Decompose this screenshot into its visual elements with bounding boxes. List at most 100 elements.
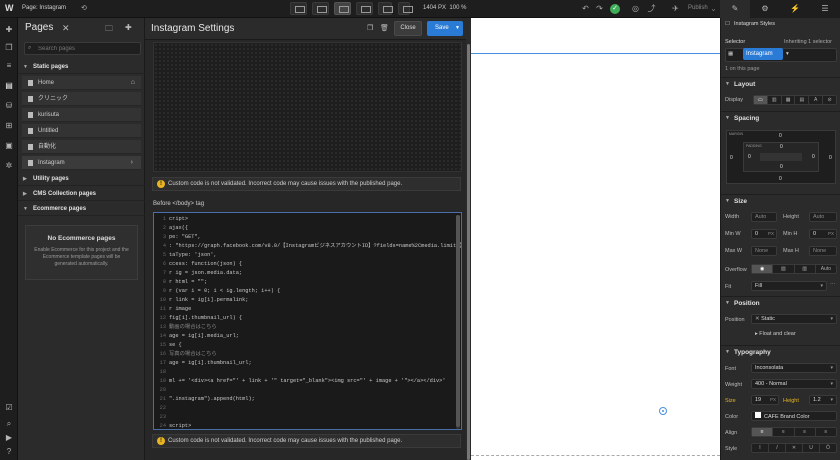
search-icon[interactable]: ⌕ (3, 418, 15, 430)
margin-right-value[interactable]: 0 (829, 155, 832, 161)
add-page-icon[interactable]: ✚ (125, 23, 132, 32)
max-height-input[interactable]: None (809, 246, 837, 256)
audit-check-icon[interactable]: ☑ (3, 402, 15, 414)
preview-icon[interactable]: ◎ (630, 3, 641, 14)
code-line[interactable]: 11 r image (154, 305, 454, 314)
float-clear-toggle[interactable]: ▸ Float and clear (755, 331, 796, 337)
selected-element-outline[interactable] (471, 53, 720, 54)
ecommerce-cart-icon[interactable]: ⊞ (3, 120, 15, 132)
align-center-icon[interactable]: ≡ (773, 428, 795, 436)
code-line[interactable]: 21 ".instagram").append(html); (154, 395, 454, 404)
code-line[interactable]: 19 ml += '<div><a href="' + link + '" tar… (154, 377, 454, 386)
width-input[interactable]: Auto (751, 212, 777, 222)
color-swatch[interactable] (755, 412, 761, 418)
layout-section-header[interactable]: ▼ Layout (721, 77, 840, 90)
padding-right-value[interactable]: 0 (812, 154, 815, 160)
chevron-down-icon[interactable]: ▾ (786, 51, 789, 57)
code-line[interactable]: 7r ig = json.media.data; (154, 269, 454, 278)
unit-label[interactable]: PX (828, 230, 834, 238)
webflow-logo-icon[interactable]: W (5, 3, 16, 14)
underline-icon[interactable]: U (803, 444, 820, 452)
inheriting-label[interactable]: Inheriting 1 selector (784, 39, 832, 45)
align-segmented-control[interactable]: ≡ ≡ ≡ ≡ (751, 427, 837, 437)
code-line[interactable]: 24 script> (154, 422, 454, 429)
code-line[interactable]: 10 r link = ig[i].permalink; (154, 296, 454, 305)
page-switch-icon[interactable]: ⟲ (81, 4, 87, 12)
padding-top-value[interactable]: 0 (780, 144, 783, 150)
code-line[interactable]: 8r html = ""; (154, 278, 454, 287)
unit-label[interactable]: PX (770, 396, 776, 404)
desktop-breakpoint-icon[interactable] (290, 2, 307, 15)
styles-manager-icon[interactable]: ✲ (3, 160, 15, 172)
code-line[interactable]: 22 (154, 404, 454, 413)
unit-label[interactable]: PX (768, 230, 774, 238)
weight-select[interactable]: 400 - Normal ▾ (751, 379, 837, 389)
share-icon[interactable]: ⤴ (646, 3, 657, 14)
help-icon[interactable]: ? (3, 446, 15, 458)
tablet-breakpoint-icon[interactable] (356, 2, 373, 15)
close-icon[interactable]: ✕ (62, 23, 70, 34)
position-section-header[interactable]: ▼ Position (721, 296, 840, 309)
overline-icon[interactable]: Ō (820, 444, 836, 452)
assets-icon[interactable]: ▣ (3, 140, 15, 152)
selector-chip[interactable]: Instagram (743, 48, 783, 60)
code-line[interactable]: 9r (var i = 0; i < ig.length; i++) { (154, 287, 454, 296)
utility-pages-section[interactable]: ▶ Utility pages (18, 172, 145, 186)
overflow-visible-icon[interactable]: ◉ (752, 265, 774, 273)
canvas-page[interactable] (471, 18, 720, 460)
fit-select[interactable]: Fill ▾ (751, 281, 827, 291)
code-line[interactable]: 17 age = ig[i].thumbnail_url; (154, 359, 454, 368)
cms-pages-section[interactable]: ▶ CMS Collection pages (18, 187, 145, 201)
display-segmented-control[interactable]: ▭ ▥ ▦ ▤ A ⊘ (753, 95, 837, 105)
code-line[interactable]: 20 (154, 386, 454, 395)
code-scrollbar[interactable] (456, 215, 460, 429)
redo-icon[interactable]: ↷ (594, 3, 605, 14)
page-item-untitled[interactable]: Untitled (22, 124, 141, 138)
more-tab-icon[interactable]: ☰ (810, 0, 840, 18)
margin-top-value[interactable]: 0 (779, 133, 782, 139)
code-line[interactable]: 2 ajax({ (154, 224, 454, 233)
laptop-breakpoint-icon[interactable] (312, 2, 329, 15)
undo-icon[interactable]: ↶ (580, 3, 591, 14)
mobile-portrait-icon[interactable] (398, 2, 413, 15)
box-model-editor[interactable]: MARGIN 0 0 0 0 PADDING 0 0 0 0 (726, 130, 836, 184)
padding-left-value[interactable]: 0 (748, 154, 751, 160)
typography-section-header[interactable]: ▼ Typography (721, 345, 840, 358)
code-line[interactable]: 18 (154, 368, 454, 377)
overflow-segmented-control[interactable]: ◉ ▨ ▥ Auto (751, 264, 837, 274)
navigator-icon[interactable]: ≡ (3, 60, 15, 72)
font-size-input[interactable]: 19 PX (751, 395, 779, 405)
overflow-scroll-icon[interactable]: ▥ (795, 265, 816, 273)
font-style-segmented-control[interactable]: I I ✕ U Ō (751, 443, 837, 453)
code-line[interactable]: 15 se { (154, 341, 454, 350)
align-left-icon[interactable]: ≡ (752, 428, 774, 436)
base-breakpoint-icon[interactable] (334, 2, 351, 15)
code-line[interactable]: 12 fig[i].thumbnail_url) { (154, 314, 454, 323)
add-folder-icon[interactable]: 🗀 (105, 23, 113, 37)
overflow-hidden-icon[interactable]: ▨ (773, 265, 795, 273)
chevron-down-icon[interactable]: ⌄ (708, 3, 719, 14)
chevron-down-icon[interactable]: ▼ (455, 21, 460, 36)
symbols-cube-icon[interactable]: ❒ (3, 42, 15, 54)
height-input[interactable]: Auto (809, 212, 837, 222)
status-ok-icon[interactable]: ✓ (610, 4, 620, 14)
mobile-landscape-icon[interactable] (378, 2, 393, 15)
code-line[interactable]: 4: "https://graph.facebook.com/v8.0/【Ins… (154, 242, 461, 251)
italic-icon[interactable]: I (769, 444, 786, 452)
code-line[interactable]: 14 age = ig[i].media_url; (154, 332, 454, 341)
display-inline-block-icon[interactable]: ▤ (795, 96, 810, 104)
min-height-input[interactable]: 0 PX (809, 229, 837, 239)
overflow-auto-option[interactable]: Auto (816, 265, 836, 273)
code-line[interactable]: 3 pe: "GET", (154, 233, 454, 242)
display-inline-icon[interactable]: A (809, 96, 824, 104)
more-options-icon[interactable]: ⋯ (830, 282, 836, 288)
page-item-instagram[interactable]: Instagram › (22, 156, 141, 170)
publish-button[interactable]: Publish (688, 5, 708, 11)
display-grid-icon[interactable]: ▦ (782, 96, 796, 104)
padding-bottom-value[interactable]: 0 (780, 164, 783, 170)
element-target-icon[interactable] (659, 407, 667, 415)
min-width-input[interactable]: 0 PX (751, 229, 777, 239)
code-line[interactable]: 5 taType: 'json', (154, 251, 454, 260)
font-select[interactable]: Inconsolata ▾ (751, 363, 837, 373)
style-tab-brush-icon[interactable]: ✎ (720, 0, 750, 18)
